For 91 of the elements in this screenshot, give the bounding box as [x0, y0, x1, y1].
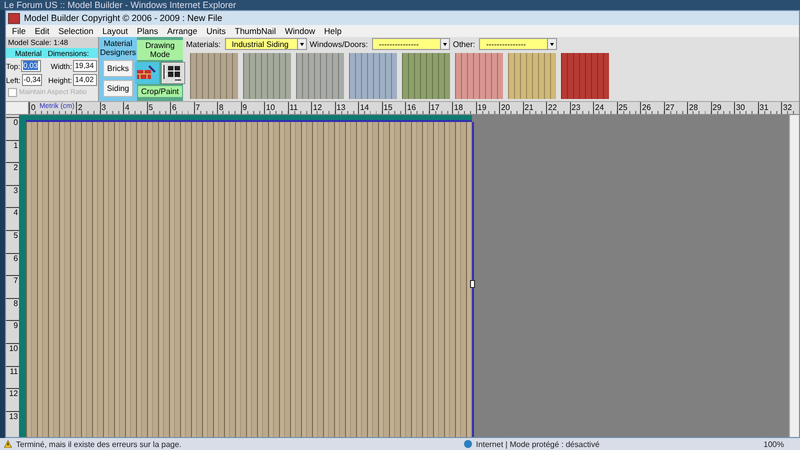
ruler-label: 8 — [14, 298, 18, 308]
material-swatch[interactable] — [243, 53, 291, 99]
ruler-label: 11 — [290, 102, 298, 114]
zone-label: Internet | Mode protégé : désactivé — [476, 440, 600, 448]
ruler-label: 2 — [14, 163, 18, 172]
material-swatch[interactable] — [455, 53, 503, 99]
ruler-label: 5 — [14, 230, 18, 240]
dropdown-arrow-icon — [440, 39, 449, 49]
ruler-label: 11 — [10, 366, 18, 376]
ruler-label: 3 — [14, 186, 18, 195]
selector-label: Windows/Doors: — [310, 40, 369, 48]
panel-title: Material Designers — [99, 39, 137, 57]
ruler-label: 9 — [242, 102, 247, 114]
designer-button[interactable]: Bricks — [103, 60, 133, 77]
ruler-label: 3 — [102, 102, 106, 114]
ruler-label: 14 — [360, 102, 369, 114]
material-swatch[interactable] — [296, 53, 344, 99]
ruler-label: 1 — [14, 140, 18, 150]
dropdown-arrow-icon — [547, 39, 556, 49]
designer-button[interactable]: Siding — [102, 80, 134, 97]
material-swatch[interactable] — [190, 53, 238, 99]
ruler-label: 16 — [407, 102, 416, 114]
ruler-label: 7 — [14, 276, 18, 286]
ruler-label: 15 — [384, 102, 392, 114]
ruler-label: 10 — [9, 344, 18, 353]
ruler-label: 30 — [736, 102, 745, 114]
ruler-label: 12 — [313, 102, 322, 114]
ruler-label: 24 — [595, 102, 604, 114]
ruler-label: 13 — [9, 412, 18, 421]
menu-item[interactable]: Plans — [136, 26, 158, 36]
status-message: Terminé, mais il existe des erreurs sur la page. — [16, 440, 182, 448]
ruler-label: 17 — [430, 102, 440, 114]
material-swatch[interactable] — [508, 53, 556, 99]
menu-item[interactable]: File — [12, 26, 26, 36]
ruler-label: 27 — [666, 102, 674, 114]
ruler-label: 9 — [14, 321, 18, 330]
ruler-label: 0 — [14, 118, 18, 127]
menu-item[interactable]: Edit — [34, 26, 50, 36]
ruler-label: 31 — [760, 102, 768, 114]
ruler-label: 10 — [266, 102, 275, 114]
material-swatch[interactable] — [402, 53, 450, 99]
ruler-label: 8 — [219, 102, 224, 114]
material-swatch[interactable] — [349, 53, 397, 99]
selector-label: Materials: — [186, 40, 222, 48]
paint-brush-icon[interactable] — [135, 62, 159, 84]
browser-title: Le Forum US :: Model Builder - Windows Internet Explorer — [4, 0, 236, 10]
dropdown[interactable]: --------------- — [372, 38, 450, 50]
ruler-label: 29 — [712, 102, 722, 114]
selector-label: Other: — [452, 40, 476, 48]
menu-item[interactable]: Arrange — [167, 26, 198, 36]
ruler-label: 4 — [14, 208, 18, 218]
zoom-level[interactable]: 100% — [764, 440, 800, 448]
ruler-corner-icon[interactable] — [6, 102, 29, 114]
ruler-label: 4 — [125, 102, 130, 114]
ruler-label: 12 — [9, 389, 18, 398]
ruler-label: 2 — [78, 102, 82, 114]
ruler-label: 21 — [524, 102, 534, 114]
menu-item[interactable]: Selection — [58, 26, 94, 36]
window-title: Model Builder Copyright © 2006 - 2009 : New File — [24, 13, 222, 23]
ruler-label: 22 — [548, 102, 557, 114]
ruler-label: 20 — [501, 102, 510, 114]
crop-grid-icon[interactable] — [161, 62, 185, 84]
ruler-label: 0 — [31, 102, 36, 114]
scrollbar[interactable] — [789, 115, 799, 437]
app-icon — [8, 12, 20, 24]
warning-icon — [4, 440, 12, 448]
dropdown[interactable]: --------------- — [479, 38, 558, 50]
ruler-label: 7 — [196, 102, 200, 114]
resize-handle[interactable] — [470, 280, 475, 288]
globe-icon — [464, 440, 472, 448]
ruler-label: 13 — [336, 102, 346, 114]
ruler-label: 25 — [618, 102, 628, 114]
ruler-label: 6 — [172, 102, 176, 114]
ruler-label: 5 — [148, 102, 153, 114]
dropdown[interactable]: Industrial Siding — [224, 38, 307, 50]
drawing-mode-button[interactable]: Drawing Mode — [137, 40, 183, 60]
menu-item[interactable]: Units — [206, 26, 226, 36]
menu-item[interactable]: ThumbNail — [234, 26, 276, 36]
crop-paint-button[interactable]: Crop/Paint — [138, 86, 182, 97]
menu-item[interactable]: Window — [284, 26, 316, 36]
ruler-label: 32 — [783, 102, 792, 114]
ruler-label: 28 — [689, 102, 698, 114]
dropdown-arrow-icon — [296, 39, 306, 49]
material-swatch[interactable] — [561, 53, 609, 99]
menu-item[interactable]: Help — [324, 26, 342, 36]
ruler-label: 23 — [572, 102, 580, 114]
ruler-label: 19 — [478, 102, 486, 114]
ruler-label: 18 — [454, 102, 463, 114]
ruler-label: 26 — [642, 102, 651, 114]
ruler-label: 6 — [14, 254, 18, 263]
menu-item[interactable]: Layout — [102, 26, 128, 36]
